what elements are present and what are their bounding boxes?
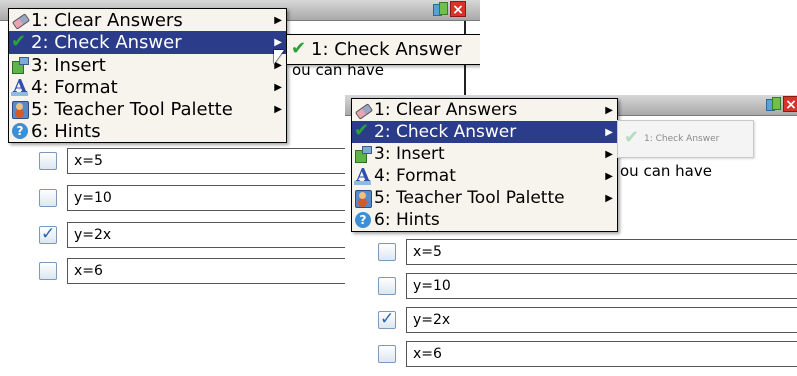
- teacher-icon: [11, 100, 29, 119]
- check-icon: [11, 31, 29, 52]
- answer-option[interactable]: y=10: [39, 185, 357, 211]
- menu-item-label: 5: Teacher Tool Palette: [374, 188, 565, 208]
- menu-item-check-answer[interactable]: 2: Check Answer ▶: [352, 120, 617, 143]
- menu-item-label: 3: Insert: [374, 144, 445, 164]
- answer-option[interactable]: x=6: [39, 258, 357, 284]
- answer-option[interactable]: x=6: [378, 341, 797, 367]
- check-icon: [624, 127, 642, 148]
- menu-item-label: 4: Format: [374, 166, 456, 186]
- answer-checkbox[interactable]: [39, 152, 57, 170]
- eraser-icon: [354, 101, 372, 119]
- submenu-arrow-icon: ▶: [605, 148, 613, 160]
- check-icon: [291, 38, 309, 59]
- document-settings-icon[interactable]: [432, 1, 448, 17]
- answer-text: x=6: [406, 341, 797, 367]
- answer-option[interactable]: y=10: [378, 273, 797, 299]
- answer-option[interactable]: x=5: [39, 148, 357, 174]
- submenu-item-label: 1: Check Answer: [644, 134, 720, 144]
- eraser-icon: [11, 11, 29, 29]
- submenu-check-answer[interactable]: 1: Check Answer: [286, 34, 480, 65]
- menu-item-label: 1: Clear Answers: [31, 9, 183, 31]
- menu-item-label: 6: Hints: [31, 120, 101, 142]
- close-icon[interactable]: ×: [450, 1, 466, 18]
- check-icon: [354, 120, 372, 141]
- answer-option[interactable]: y=2x: [39, 222, 357, 248]
- screenshot-disabled: × ou can have x=5 y=10 y=2x x=6 1: Clear…: [345, 95, 797, 376]
- menu-item-label: 3: Insert: [31, 54, 106, 76]
- menu-item-hints[interactable]: 6: Hints: [9, 120, 286, 142]
- submenu-arrow-icon: ▶: [605, 126, 613, 138]
- submenu-arrow-icon: ▶: [605, 170, 613, 182]
- menu-item-label: 4: Format: [31, 76, 118, 98]
- menu-item-teacher-tool-palette[interactable]: 5: Teacher Tool Palette ▶: [352, 187, 617, 209]
- answer-checkbox[interactable]: [378, 243, 396, 261]
- menu-item-insert[interactable]: 3: Insert ▶: [352, 143, 617, 165]
- answer-checkbox-checked[interactable]: [378, 309, 396, 329]
- toolbar-icons: ×: [432, 1, 466, 18]
- context-menu: 1: Clear Answers ▶ 2: Check Answer ▶ 3: …: [8, 8, 287, 143]
- answer-text: x=5: [67, 148, 357, 174]
- submenu-arrow-icon: ▶: [605, 104, 613, 116]
- format-icon: [11, 76, 29, 97]
- teacher-icon: [354, 189, 372, 208]
- menu-item-label: 6: Hints: [374, 210, 440, 230]
- close-icon[interactable]: ×: [783, 96, 797, 113]
- menu-item-clear-answers[interactable]: 1: Clear Answers ▶: [9, 9, 286, 31]
- submenu-arrow-icon: ▶: [274, 81, 282, 93]
- help-icon: [354, 211, 372, 229]
- help-icon: [11, 122, 29, 140]
- mouse-pointer-icon: [274, 50, 286, 68]
- format-icon: [354, 165, 372, 186]
- document-settings-icon[interactable]: [765, 96, 781, 112]
- answer-option[interactable]: x=5: [378, 239, 797, 265]
- toolbar-icons: ×: [765, 96, 797, 113]
- answer-text: y=2x: [406, 307, 797, 333]
- answer-text: y=2x: [67, 222, 357, 248]
- answer-option[interactable]: y=2x: [378, 307, 797, 333]
- submenu-arrow-icon: ▶: [274, 14, 282, 26]
- answer-checkbox[interactable]: [39, 262, 57, 280]
- submenu-arrow-icon: ▶: [605, 192, 613, 204]
- submenu-check-answer-disabled: 1: Check Answer: [617, 120, 754, 158]
- submenu-item-label: 1: Check Answer: [311, 39, 462, 60]
- menu-item-teacher-tool-palette[interactable]: 5: Teacher Tool Palette ▶: [9, 98, 286, 120]
- menu-item-clear-answers[interactable]: 1: Clear Answers ▶: [352, 99, 617, 121]
- answer-text: x=6: [67, 258, 357, 284]
- question-prompt: ou can have: [620, 162, 712, 180]
- menu-item-label: 2: Check Answer: [31, 32, 182, 53]
- menu-item-hints[interactable]: 6: Hints: [352, 209, 617, 231]
- menu-item-check-answer[interactable]: 2: Check Answer ▶: [9, 31, 286, 54]
- answer-text: y=10: [406, 273, 797, 299]
- insert-icon: [11, 56, 29, 74]
- answer-checkbox[interactable]: [39, 189, 57, 207]
- answer-text: y=10: [67, 185, 357, 211]
- answer-checkbox-checked[interactable]: [39, 224, 57, 244]
- menu-item-insert[interactable]: 3: Insert ▶: [9, 54, 286, 76]
- menu-item-label: 1: Clear Answers: [374, 100, 518, 120]
- menu-item-format[interactable]: 4: Format ▶: [352, 165, 617, 187]
- answer-checkbox[interactable]: [378, 277, 396, 295]
- answer-checkbox[interactable]: [378, 345, 396, 363]
- answer-text: x=5: [406, 239, 797, 265]
- menu-item-label: 5: Teacher Tool Palette: [31, 98, 233, 120]
- insert-icon: [354, 145, 372, 163]
- submenu-arrow-icon: ▶: [274, 37, 282, 48]
- menu-item-label: 2: Check Answer: [374, 122, 517, 142]
- menu-item-format[interactable]: 4: Format ▶: [9, 76, 286, 98]
- context-menu: 1: Clear Answers ▶ 2: Check Answer ▶ 3: …: [351, 98, 618, 232]
- submenu-arrow-icon: ▶: [274, 103, 282, 115]
